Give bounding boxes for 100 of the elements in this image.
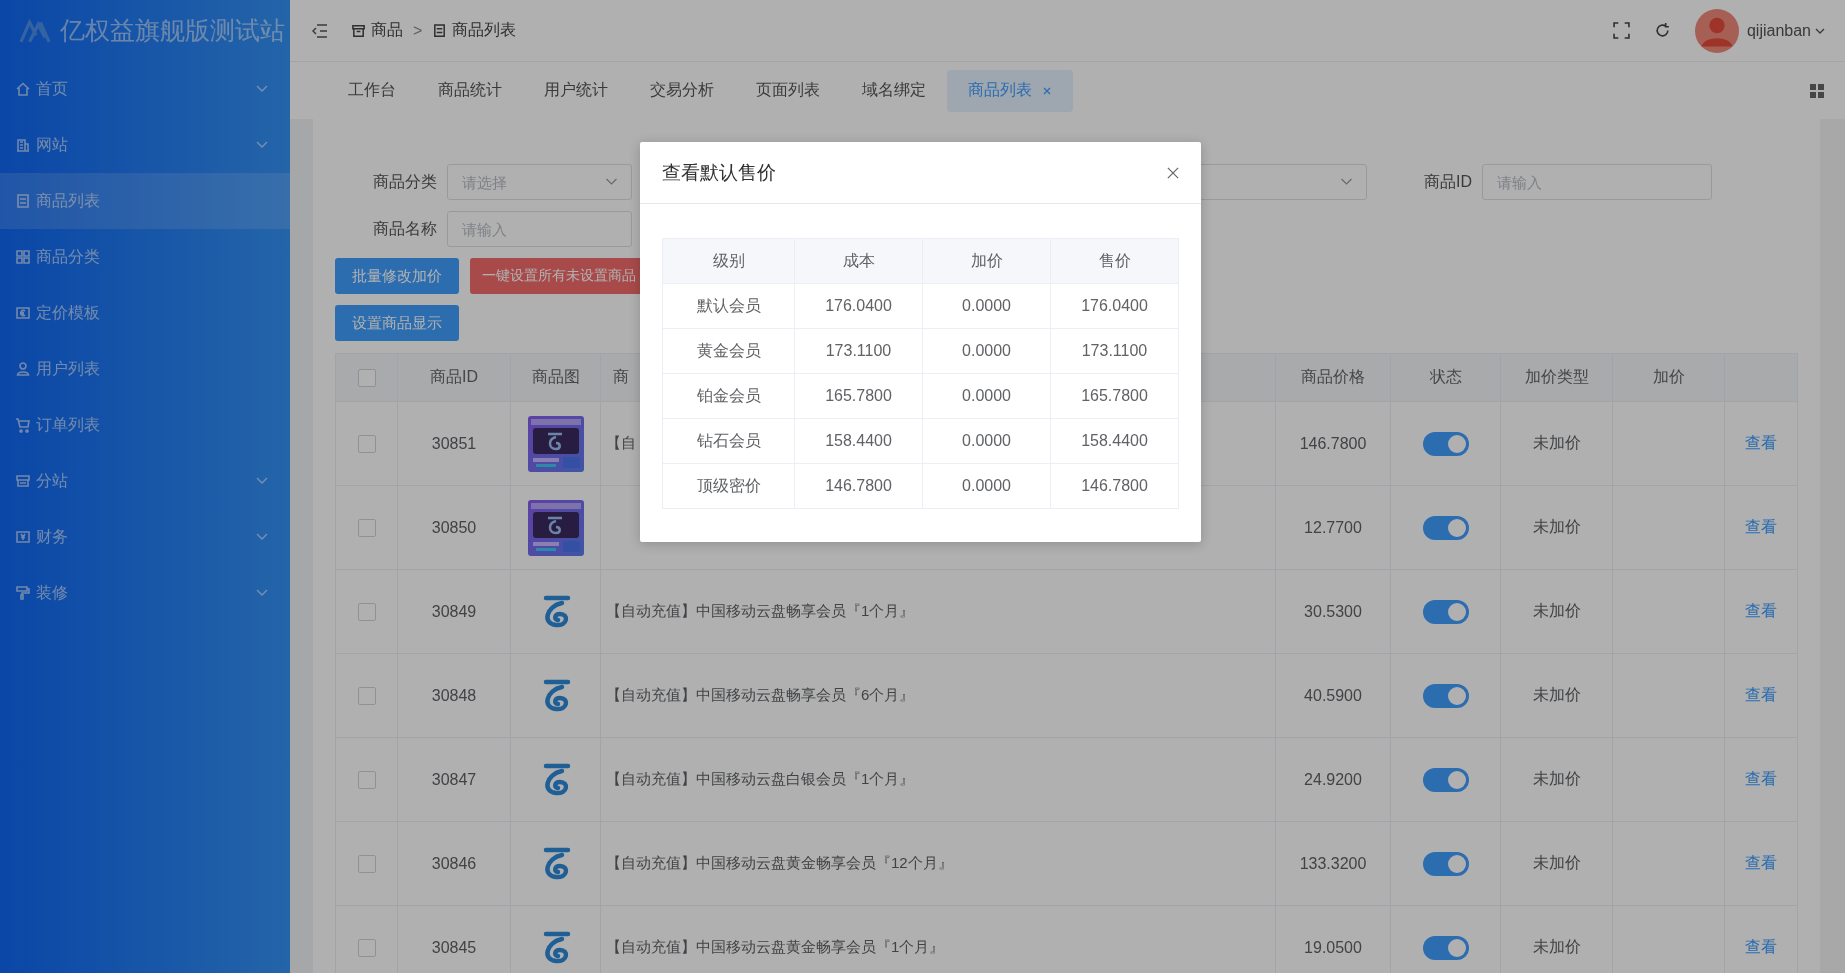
breadcrumb-item[interactable]: 商品 — [351, 20, 403, 41]
table-cell-text: 未加价 — [1532, 853, 1581, 873]
site-title: 亿权益旗舰版测试站 — [60, 15, 285, 46]
toggle-switch[interactable] — [1422, 935, 1469, 960]
column-header: 加价 — [1652, 367, 1685, 387]
table-cell: 0.0000 — [962, 477, 1011, 495]
table-cell: 24.9200 — [1304, 770, 1362, 789]
table-cell: 【自动充值】中国移动云盘畅享会员『1个月』 — [606, 602, 915, 621]
toggle-switch[interactable] — [1422, 767, 1469, 792]
checkbox[interactable] — [357, 434, 376, 453]
column-header: 商品图 — [531, 367, 580, 387]
table-cell: 【自 — [606, 434, 636, 453]
checkbox[interactable] — [357, 938, 376, 957]
sidebar-item[interactable]: 装修 — [0, 565, 290, 621]
table-cell: 30848 — [431, 686, 477, 705]
toggle-switch[interactable] — [1422, 851, 1469, 876]
action-button[interactable]: 批量修改加价 — [335, 258, 459, 294]
table-cell: 12.7700 — [1304, 518, 1362, 537]
table-cell-text: 未加价 — [1532, 937, 1581, 957]
logo-icon — [18, 17, 52, 44]
toggle-switch[interactable] — [1422, 431, 1469, 456]
tab[interactable]: 用户统计 — [523, 69, 629, 112]
breadcrumb-item[interactable]: 商品列表 — [432, 20, 517, 41]
table-cell: 30851 — [431, 434, 477, 453]
chevron-icon — [605, 178, 618, 186]
view-link[interactable]: 查看 — [1745, 685, 1777, 706]
sidebar-item[interactable]: 定价模板 — [0, 285, 290, 341]
table-cell-text: 未加价 — [1532, 601, 1581, 621]
fullscreen-icon[interactable] — [1612, 22, 1630, 39]
table-cell-text: 铂金会员 — [696, 385, 761, 406]
table-cell: 0.0000 — [962, 387, 1011, 405]
table-cell: 176.0400 — [1081, 297, 1148, 315]
table-cell: 19.0500 — [1304, 938, 1362, 957]
table-cell: 0.0000 — [962, 432, 1011, 450]
sidebar-item[interactable]: 网站 — [0, 117, 290, 173]
caret-icon[interactable] — [1815, 27, 1825, 34]
sidebar-item[interactable]: 商品分类 — [0, 229, 290, 285]
table-cell: 30845 — [431, 938, 477, 957]
table-cell: 30850 — [431, 518, 477, 537]
sidebar-item[interactable]: 分站 — [0, 453, 290, 509]
table-cell: 158.4400 — [1081, 432, 1148, 450]
sidebar-item[interactable]: 首页 — [0, 61, 290, 117]
view-link[interactable]: 查看 — [1745, 937, 1777, 958]
action-button[interactable]: 设置商品显示 — [335, 305, 459, 341]
table-cell-text: 默认会员 — [696, 295, 761, 316]
checkbox[interactable] — [357, 770, 376, 789]
checkbox[interactable] — [357, 368, 376, 387]
checkbox[interactable] — [357, 602, 376, 621]
column-header: 商 — [613, 367, 629, 387]
tab[interactable]: 交易分析 — [629, 69, 735, 112]
table-cell-text: 钻石会员 — [696, 430, 761, 451]
avatar-icon[interactable] — [1694, 8, 1739, 53]
tab[interactable]: 页面列表 — [735, 69, 841, 112]
table-cell: 173.1100 — [1081, 342, 1148, 360]
table-cell-text: 未加价 — [1532, 433, 1581, 453]
archive-icon — [351, 23, 366, 38]
table-cell: 176.0400 — [825, 297, 892, 315]
view-link[interactable]: 查看 — [1745, 517, 1777, 538]
table-cell: 40.5900 — [1304, 686, 1362, 705]
tab[interactable]: 工作台 — [327, 69, 417, 112]
column-header: 加价类型 — [1524, 367, 1589, 387]
table-cell: 【自动充值】中国移动云盘黄金畅享会员『1个月』 — [606, 938, 945, 957]
view-link[interactable]: 查看 — [1745, 433, 1777, 454]
collapse-icon[interactable] — [312, 23, 328, 38]
grid-icon[interactable] — [1809, 82, 1825, 99]
sidebar-item[interactable]: 用户列表 — [0, 341, 290, 397]
view-link[interactable]: 查看 — [1745, 601, 1777, 622]
toggle-switch[interactable] — [1422, 599, 1469, 624]
table-cell-text: 黄金会员 — [696, 340, 761, 361]
table-cell: 146.7800 — [825, 477, 892, 495]
table-cell: 30846 — [431, 854, 477, 873]
checkbox[interactable] — [357, 854, 376, 873]
field-label: 商品名称 — [373, 219, 437, 237]
table-cell: 0.0000 — [962, 342, 1011, 360]
table-cell: 30847 — [431, 770, 477, 789]
close-icon[interactable] — [1167, 166, 1179, 179]
column-header: 加价 — [970, 250, 1003, 271]
tab[interactable]: 商品列表 — [947, 69, 1073, 112]
table-cell: 【自动充值】中国移动云盘畅享会员『6个月』 — [606, 686, 915, 705]
sidebar-item[interactable]: 财务 — [0, 509, 290, 565]
close-icon[interactable] — [1042, 85, 1052, 96]
table-cell: 165.7800 — [825, 387, 892, 405]
view-link[interactable]: 查看 — [1745, 853, 1777, 874]
sidebar-item[interactable]: 订单列表 — [0, 397, 290, 453]
toggle-switch[interactable] — [1422, 515, 1469, 540]
column-header: 成本 — [842, 250, 875, 271]
view-link[interactable]: 查看 — [1745, 769, 1777, 790]
username[interactable]: qijianban — [1746, 21, 1811, 40]
field-label: 商品分类 — [373, 172, 437, 190]
table-cell: 【自动充值】中国移动云盘白银会员『1个月』 — [606, 770, 915, 789]
checkbox[interactable] — [357, 518, 376, 537]
document-icon — [432, 23, 448, 38]
refresh-icon[interactable] — [1653, 22, 1671, 39]
tab[interactable]: 域名绑定 — [841, 69, 947, 112]
tab[interactable]: 商品统计 — [417, 69, 523, 112]
toggle-switch[interactable] — [1422, 683, 1469, 708]
table-cell: 30.5300 — [1304, 602, 1362, 621]
field-label: 商品ID — [1424, 172, 1472, 190]
column-header: 状态 — [1429, 367, 1462, 387]
checkbox[interactable] — [357, 686, 376, 705]
